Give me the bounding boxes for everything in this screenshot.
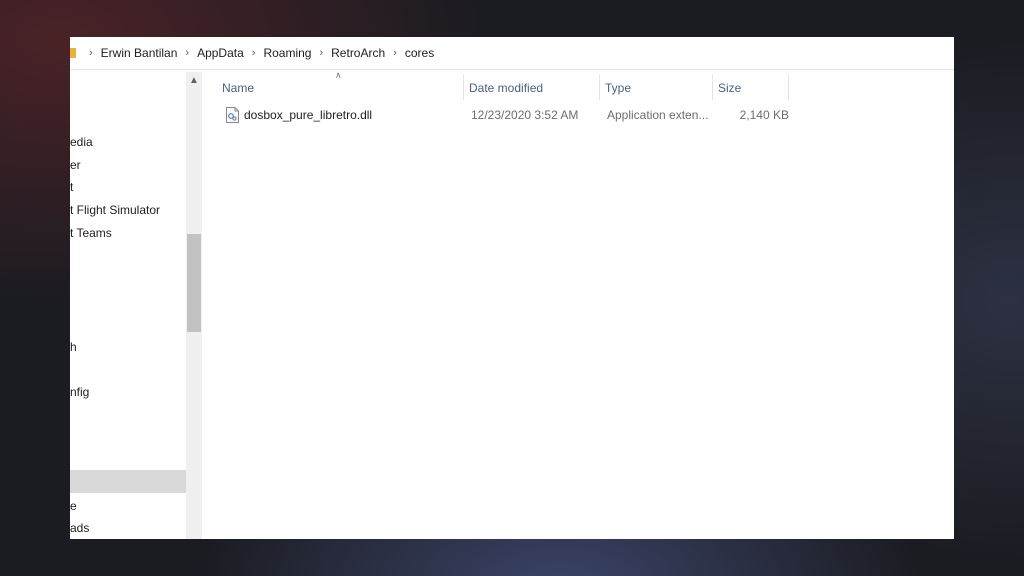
file-list: ∧ Name Date modified Type Size dosbox_pu… <box>202 70 954 539</box>
column-divider[interactable] <box>599 74 600 100</box>
column-header-size[interactable]: Size <box>718 76 741 100</box>
nav-item[interactable]: h <box>70 337 77 357</box>
column-divider[interactable] <box>463 74 464 100</box>
breadcrumb-item-appdata[interactable]: AppData <box>196 46 245 60</box>
scroll-up-icon[interactable]: ▲ <box>186 72 202 89</box>
nav-item[interactable]: t <box>70 177 73 197</box>
nav-item-selected[interactable] <box>70 470 186 493</box>
breadcrumb-item-user[interactable]: Erwin Bantilan <box>100 46 179 60</box>
file-date-modified: 12/23/2020 3:52 AM <box>471 108 579 122</box>
chevron-right-icon: › <box>251 47 256 59</box>
nav-item[interactable]: e <box>70 496 77 516</box>
chevron-right-icon: › <box>89 47 93 59</box>
file-size: 2,140 KB <box>739 108 789 122</box>
file-explorer-window: › Erwin Bantilan › AppData › Roaming › R… <box>70 37 954 539</box>
column-header-name[interactable]: Name <box>222 76 254 100</box>
breadcrumb-item-retroarch[interactable]: RetroArch <box>330 46 386 60</box>
chevron-right-icon: › <box>185 47 190 59</box>
nav-item[interactable]: er <box>70 155 81 175</box>
chevron-right-icon: › <box>393 47 397 59</box>
breadcrumb-item-roaming[interactable]: Roaming <box>262 46 312 60</box>
file-row[interactable]: dosbox_pure_libretro.dll 12/23/2020 3:52… <box>220 104 789 126</box>
column-divider[interactable] <box>788 74 789 100</box>
scroll-thumb[interactable] <box>187 234 201 332</box>
breadcrumb: › Erwin Bantilan › AppData › Roaming › R… <box>82 37 435 69</box>
nav-item[interactable]: ads <box>70 518 89 538</box>
address-bar[interactable]: › Erwin Bantilan › AppData › Roaming › R… <box>70 37 954 70</box>
folder-icon <box>70 48 76 58</box>
file-type: Application exten... <box>607 108 709 122</box>
navigation-pane: edia er t t Flight Simulator t Teams h n… <box>70 70 202 539</box>
column-header-type[interactable]: Type <box>605 76 631 100</box>
nav-item[interactable]: nfig <box>70 382 89 402</box>
nav-item[interactable]: t Flight Simulator <box>70 200 160 220</box>
nav-item[interactable]: t Teams <box>70 223 112 243</box>
column-header-date[interactable]: Date modified <box>469 76 543 100</box>
file-name: dosbox_pure_libretro.dll <box>244 108 373 122</box>
breadcrumb-item-cores[interactable]: cores <box>404 46 435 60</box>
sort-ascending-icon: ∧ <box>335 70 342 80</box>
column-divider[interactable] <box>712 74 713 100</box>
chevron-right-icon: › <box>319 47 324 59</box>
dll-file-icon <box>226 107 239 123</box>
nav-item[interactable]: edia <box>70 132 93 152</box>
nav-scrollbar[interactable]: ▲ <box>186 72 202 539</box>
